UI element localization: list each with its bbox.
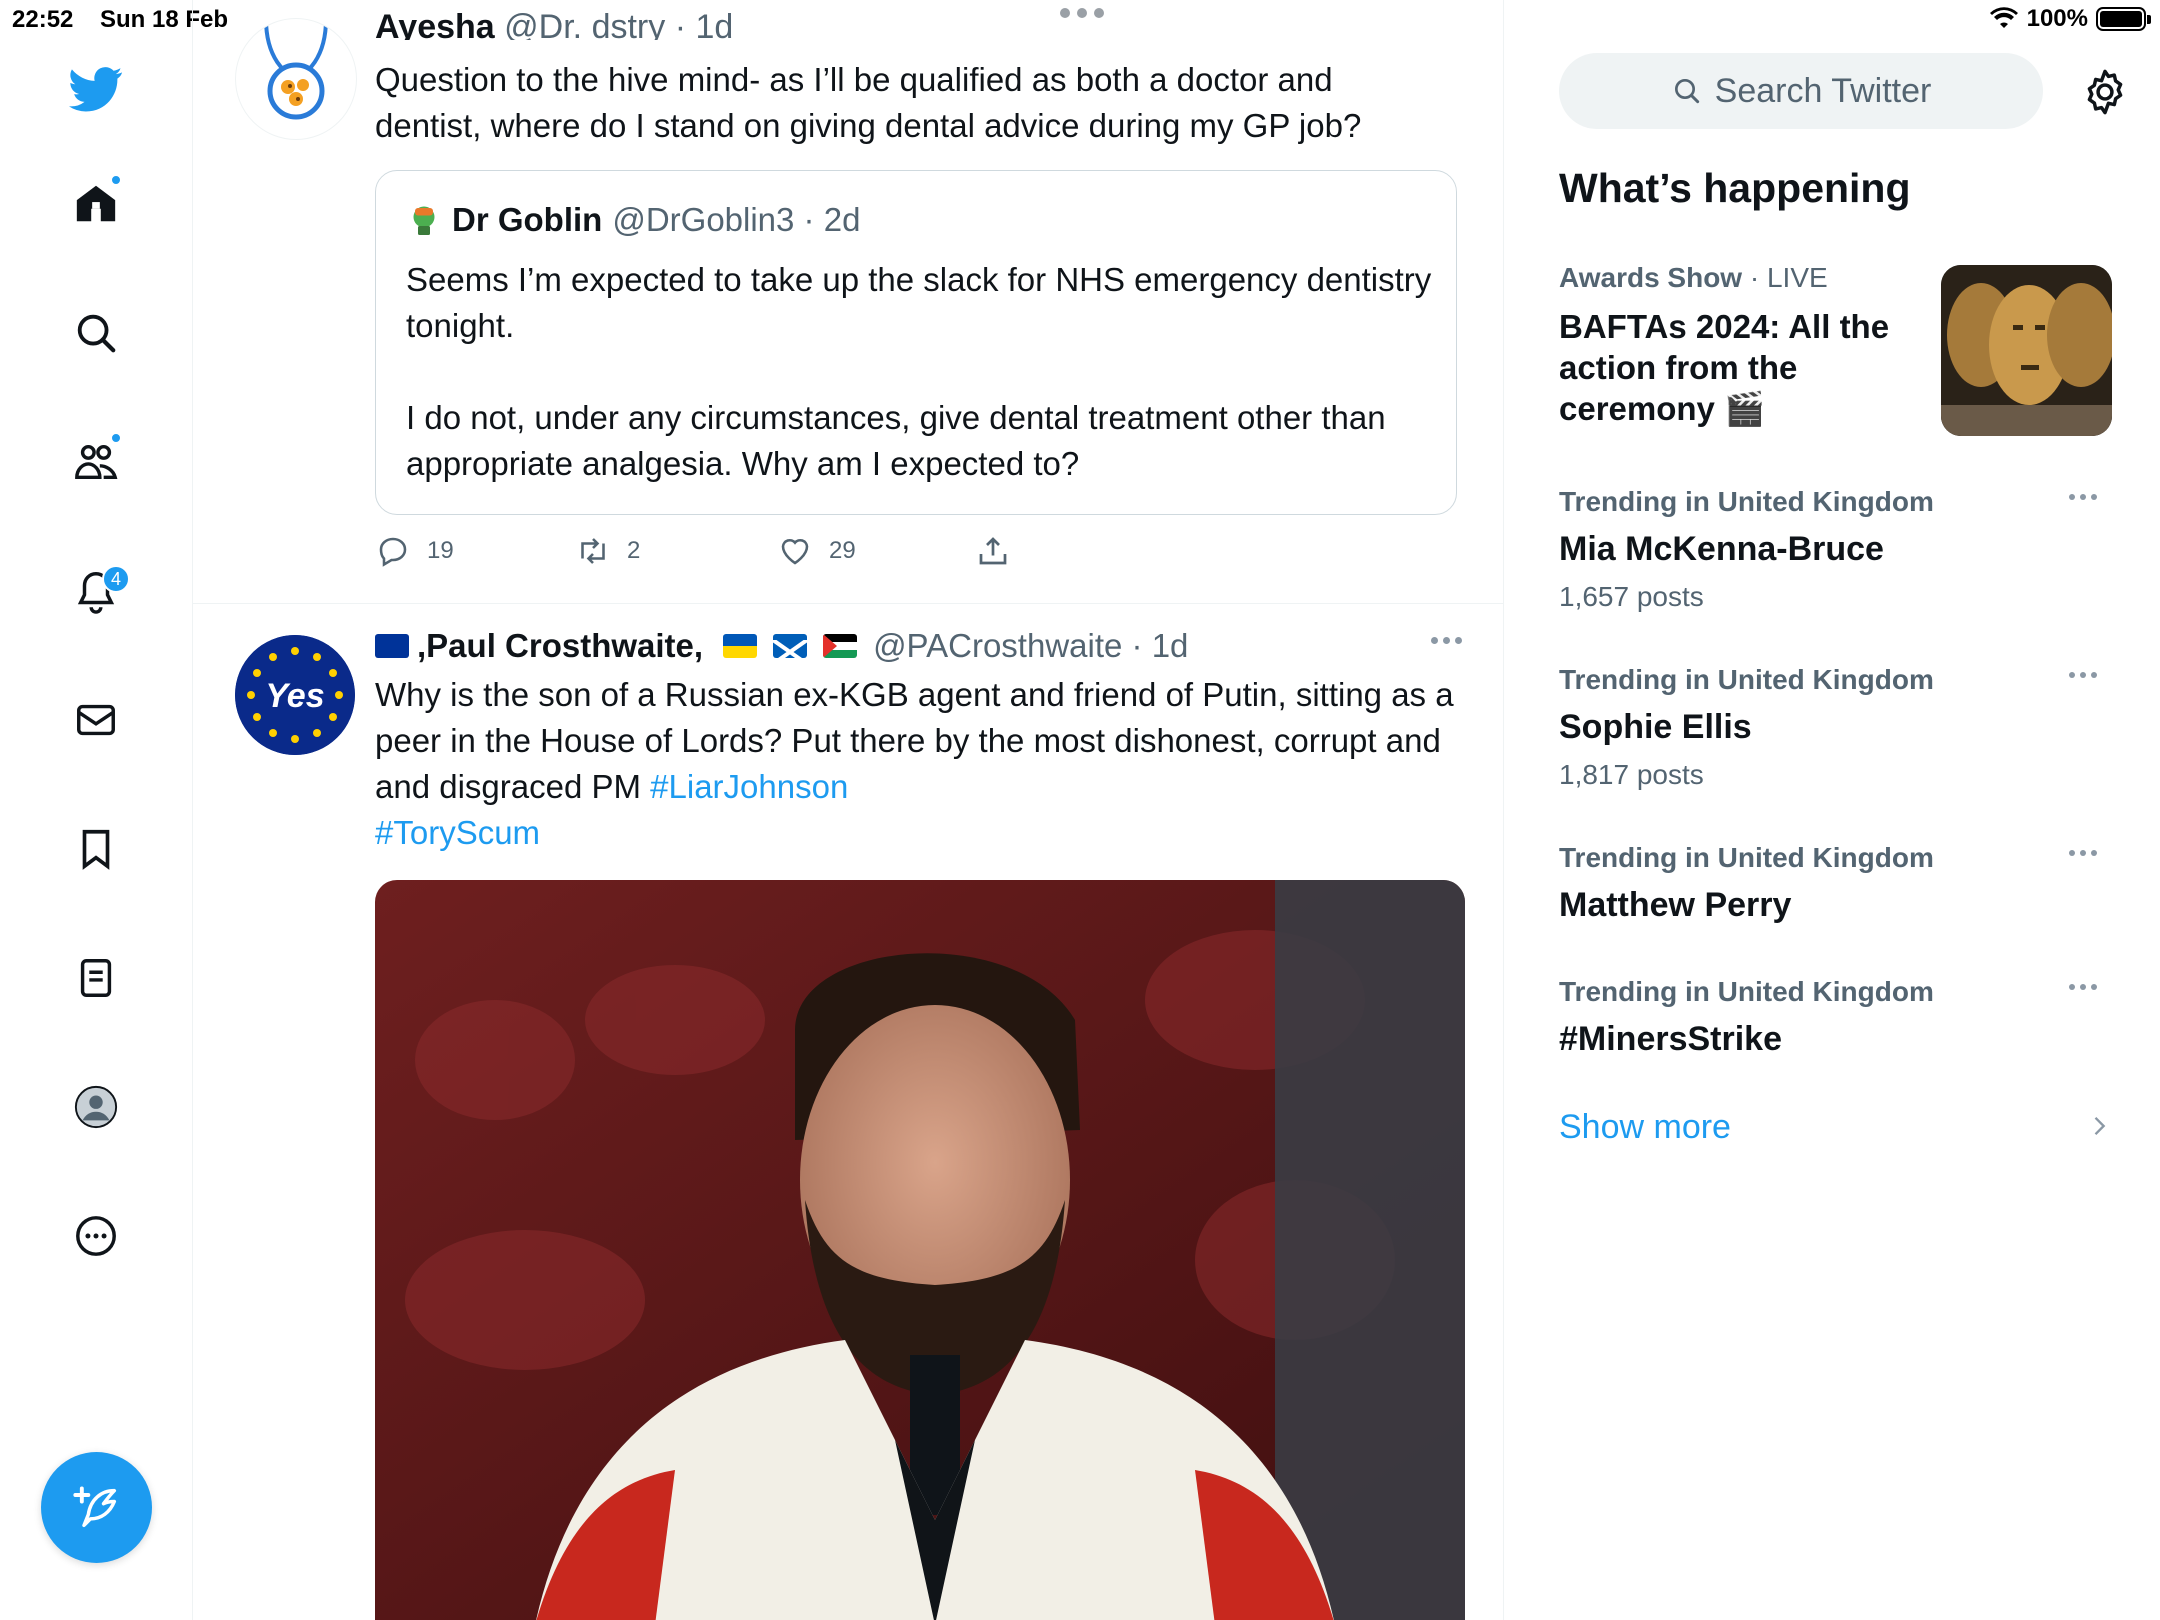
trend-more-button[interactable] [2069, 850, 2097, 856]
ukraine-flag-icon [723, 634, 758, 658]
tweet-header: Ayesha @Dr. dstry · 1d [375, 8, 733, 40]
trend-post-count: 1,657 posts [1559, 581, 1704, 612]
bookmark-icon [82, 829, 110, 870]
tweet-header: ,Paul Crosthwaite, @PACrosthwaite · 1d [375, 627, 1188, 665]
timeline-feed: Ayesha @Dr. dstry · 1d Question to the h… [193, 0, 1504, 1620]
tweet-text: Why is the son of a Russian ex-KGB agent… [375, 672, 1455, 856]
left-navigation: 4 [0, 0, 193, 1620]
trend-context: Trending in United Kingdom [1559, 486, 1934, 517]
notifications-count-badge: 4 [102, 565, 130, 593]
tweet-handle[interactable]: @PACrosthwaite · 1d [873, 627, 1188, 665]
heart-icon [781, 538, 809, 565]
chevron-right-icon[interactable] [2085, 1112, 2113, 1140]
home-dot-badge [110, 174, 122, 186]
nav-bookmarks[interactable] [56, 809, 136, 889]
trend-post-count: 1,817 posts [1559, 759, 1704, 790]
event-category: Awards Show [1559, 262, 1743, 293]
share-button[interactable] [975, 533, 1011, 569]
tweet-actions: 19 2 29 [375, 533, 1075, 573]
like-count: 29 [829, 537, 856, 564]
nav-lists[interactable] [56, 938, 136, 1018]
retweet-count: 2 [627, 537, 641, 564]
event-thumbnail [1941, 265, 2112, 436]
event-title: BAFTAs 2024: All the action from the cer… [1559, 308, 1890, 427]
nav-notifications[interactable]: 4 [56, 551, 136, 631]
nav-messages[interactable] [56, 680, 136, 760]
trend-more-button[interactable] [2069, 672, 2097, 678]
tweet-body: Why is the son of a Russian ex-KGB agent… [375, 676, 1454, 805]
quote-author-avatar[interactable] [406, 202, 442, 238]
tweet-handle[interactable]: @Dr. dstry · 1d [504, 8, 733, 40]
scotland-flag-icon [773, 634, 808, 658]
compose-feather-icon [72, 1486, 116, 1527]
envelope-icon [77, 704, 115, 736]
trend-name: #MinersStrike [1559, 1020, 1782, 1058]
quote-author-name[interactable]: Dr Goblin [452, 201, 602, 239]
twitter-logo-icon[interactable] [56, 49, 136, 129]
search-icon [77, 314, 116, 353]
trend-more-button[interactable] [2069, 984, 2097, 990]
tweet-text: Question to the hive mind- as I’ll be qu… [375, 61, 1362, 144]
nav-profile[interactable] [56, 1067, 136, 1147]
like-button[interactable]: 29 [777, 533, 856, 569]
communities-dot-badge [110, 432, 122, 444]
retweet-icon [581, 538, 605, 564]
trend-name: Matthew Perry [1559, 886, 1792, 924]
event-status: · LIVE [1749, 262, 1828, 293]
quoted-tweet-text: Seems I’m expected to take up the slack … [406, 257, 1436, 487]
home-icon [76, 185, 116, 222]
gear-icon [2087, 69, 2123, 115]
reply-icon [379, 537, 407, 567]
nav-home[interactable] [56, 164, 136, 244]
trend-item[interactable]: Trending in United Kingdom Matthew Perry [1559, 842, 2119, 925]
nav-explore[interactable] [56, 293, 136, 373]
trend-event-card[interactable]: Awards Show · LIVE BAFTAs 2024: All the … [1559, 262, 2119, 437]
nav-communities[interactable] [56, 422, 136, 502]
hashtag-link[interactable]: #ToryScum [375, 814, 540, 851]
communities-icon [75, 444, 118, 480]
quoted-tweet-header: Dr Goblin @DrGoblin3 · 2d [406, 201, 860, 239]
reply-button[interactable]: 19 [375, 533, 454, 569]
profile-avatar-icon [74, 1085, 118, 1129]
quote-paragraph: I do not, under any circumstances, give … [406, 399, 1386, 482]
nav-more[interactable] [56, 1196, 136, 1276]
compose-tweet-button[interactable] [41, 1452, 152, 1563]
hashtag-link[interactable]: #LiarJohnson [650, 768, 848, 805]
tweet[interactable]: Ayesha @Dr. dstry · 1d Question to the h… [193, 0, 1503, 604]
avatar-yes-text: Yes [265, 677, 324, 715]
lists-icon [80, 959, 112, 997]
tweet-more-button[interactable] [1431, 637, 1462, 644]
search-icon [1674, 79, 1699, 104]
right-sidebar: Search Twitter What’s happening Awards S… [1505, 0, 2160, 1620]
tweet-avatar[interactable] [235, 18, 357, 140]
settings-button[interactable] [2079, 66, 2131, 118]
quote-paragraph: Seems I’m expected to take up the slack … [406, 261, 1432, 344]
trend-name: Mia McKenna-Bruce [1559, 530, 1884, 568]
reply-count: 19 [427, 537, 454, 564]
tweet-author-name[interactable]: Ayesha [375, 8, 495, 40]
trend-name: Sophie Ellis [1559, 708, 1752, 746]
trend-item[interactable]: Trending in United Kingdom Sophie Ellis … [1559, 664, 2119, 791]
trend-item[interactable]: Trending in United Kingdom Mia McKenna-B… [1559, 486, 2119, 613]
share-icon [979, 537, 1007, 565]
trend-context: Trending in United Kingdom [1559, 664, 1934, 695]
trend-context: Trending in United Kingdom [1559, 976, 1934, 1007]
more-circle-icon [76, 1216, 116, 1256]
quote-handle[interactable]: @DrGoblin3 · 2d [612, 201, 860, 239]
search-input[interactable]: Search Twitter [1559, 53, 2043, 129]
tweet[interactable]: Yes ,Paul Crosthwaite, @PACrosthwaite · … [193, 605, 1503, 1620]
trend-more-button[interactable] [2069, 494, 2097, 500]
tweet-author-name[interactable]: ,Paul Crosthwaite, [417, 627, 703, 665]
trend-context: Trending in United Kingdom [1559, 842, 1934, 873]
tweet-avatar[interactable]: Yes [235, 635, 355, 755]
whats-happening-heading: What’s happening [1559, 165, 1911, 211]
trend-item[interactable]: Trending in United Kingdom #MinersStrike [1559, 976, 2119, 1059]
eu-flag-icon [375, 634, 409, 658]
tweet-media-photo[interactable] [375, 880, 1465, 1620]
retweet-button[interactable]: 2 [575, 533, 640, 569]
search-placeholder: Search Twitter [1714, 71, 1932, 110]
show-more-link[interactable]: Show more [1559, 1108, 1731, 1147]
palestine-flag-icon [823, 634, 858, 658]
quoted-tweet[interactable]: Dr Goblin @DrGoblin3 · 2d Seems I’m expe… [375, 170, 1457, 515]
